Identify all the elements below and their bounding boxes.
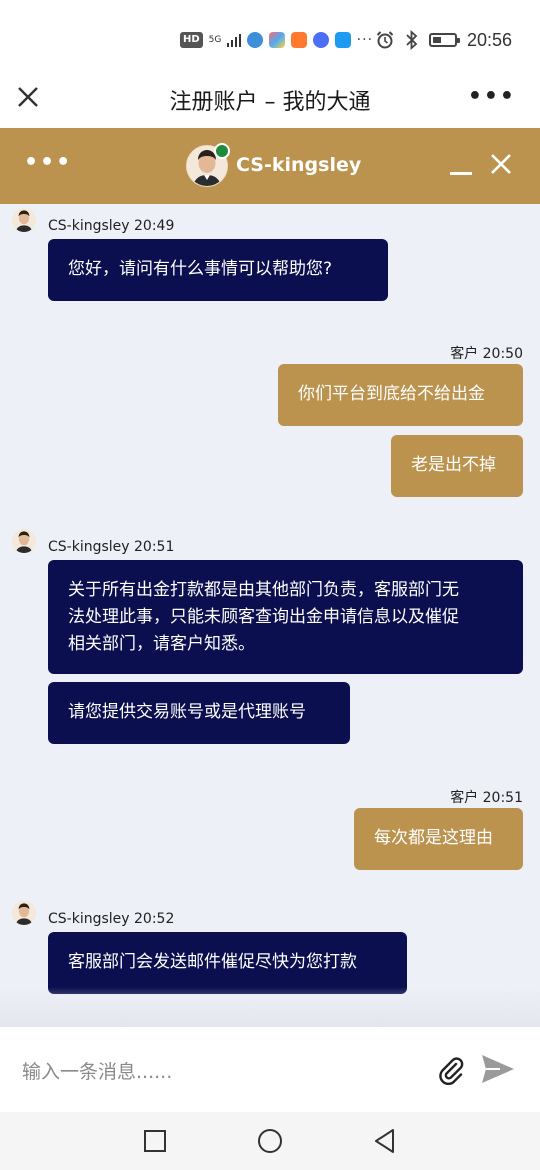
sender-name: CS-kingsley	[48, 911, 130, 927]
status-right: 20:56	[375, 28, 512, 52]
agent-avatar-small	[12, 529, 36, 553]
store-app-icon	[268, 32, 285, 48]
agent-message-bubble: 您好，请问有什么事情可以帮助您?	[48, 239, 388, 301]
browser-app-icon	[246, 32, 263, 48]
message-time: 20:52	[134, 911, 175, 927]
customer-message-bubble: 老是出不掉	[391, 435, 523, 497]
chat-bottom-fade	[0, 987, 540, 1027]
music-app-icon	[312, 32, 329, 48]
page-title: 注册账户 – 我的大通	[169, 90, 371, 115]
message-time: 20:51	[482, 790, 523, 806]
status-icons: HD 5G ···	[180, 28, 373, 52]
message-text: 相关部门，请客户知悉。	[68, 634, 255, 654]
agent-avatar-small	[12, 208, 36, 232]
chat-menu-button[interactable]: •••	[24, 150, 72, 175]
message-header: CS-kingsley 20:51	[48, 539, 174, 555]
agent-message-bubble: 请您提供交易账号或是代理账号	[48, 682, 350, 744]
agent-name: CS-kingsley	[236, 154, 362, 176]
customer-message-bubble: 你们平台到底给不给出金	[278, 364, 523, 426]
title-bar: 注册账户 – 我的大通 •••	[0, 80, 540, 128]
video-app-icon	[290, 32, 307, 48]
message-text: 请您提供交易账号或是代理账号	[68, 702, 306, 722]
message-header: CS-kingsley 20:49	[48, 218, 174, 234]
nav-home-icon[interactable]	[257, 1128, 283, 1154]
agent-avatar-small	[12, 901, 36, 925]
network-type: 5G	[208, 34, 222, 45]
message-header: CS-kingsley 20:52	[48, 911, 174, 927]
sender-name: 客户	[450, 346, 479, 362]
bluetooth-icon	[406, 30, 418, 50]
message-text: 你们平台到底给不给出金	[298, 384, 485, 404]
message-input[interactable]: 输入一条消息......	[22, 1057, 172, 1084]
message-text: 老是出不掉	[411, 455, 496, 475]
send-icon[interactable]	[480, 1053, 516, 1085]
sender-name: 客户	[450, 790, 479, 806]
customer-message-bubble: 每次都是这理由	[354, 808, 523, 870]
signal-icon	[226, 33, 241, 47]
message-text: 关于所有出金打款都是由其他部门负责，客服部门无	[68, 580, 459, 600]
search-app-icon	[334, 32, 351, 48]
agent-message-bubble: 关于所有出金打款都是由其他部门负责，客服部门无 法处理此事，只能未顾客查询出金申…	[48, 560, 523, 674]
more-notifications-icon: ···	[356, 32, 374, 48]
sender-name: CS-kingsley	[48, 539, 130, 555]
status-bar: HD 5G ··· 20:56	[0, 0, 540, 80]
hd-badge: HD	[180, 32, 203, 48]
close-chat-icon[interactable]	[489, 152, 513, 176]
message-text: 客服部门会发送邮件催促尽快为您打款	[68, 952, 357, 972]
chat-messages[interactable]: CS-kingsley 20:49 您好，请问有什么事情可以帮助您? 客户 20…	[0, 204, 540, 1027]
minimize-button[interactable]	[450, 172, 472, 175]
battery-icon	[428, 33, 460, 47]
message-text: 每次都是这理由	[374, 828, 493, 848]
message-header: 客户 20:50	[450, 343, 523, 363]
agent-message-bubble: 客服部门会发送邮件催促尽快为您打款	[48, 932, 407, 994]
system-nav-bar	[0, 1112, 540, 1170]
message-time: 20:49	[134, 218, 175, 234]
message-time: 20:50	[482, 346, 523, 362]
message-time: 20:51	[134, 539, 175, 555]
nav-back-icon[interactable]	[372, 1128, 398, 1154]
clock: 20:56	[466, 29, 512, 50]
nav-recent-icon[interactable]	[142, 1128, 168, 1154]
paperclip-icon[interactable]	[436, 1055, 466, 1085]
online-status-indicator	[214, 143, 230, 159]
sender-name: CS-kingsley	[48, 218, 130, 234]
message-header: 客户 20:51	[450, 787, 523, 807]
more-menu-button[interactable]: •••	[468, 84, 516, 109]
message-input-bar: 输入一条消息......	[0, 1027, 540, 1112]
alarm-icon	[376, 31, 394, 49]
message-text: 法处理此事，只能未顾客查询出金申请信息以及催促	[68, 607, 459, 627]
message-text: 您好，请问有什么事情可以帮助您?	[68, 259, 333, 279]
chat-header: ••• CS-kingsley	[0, 128, 540, 204]
